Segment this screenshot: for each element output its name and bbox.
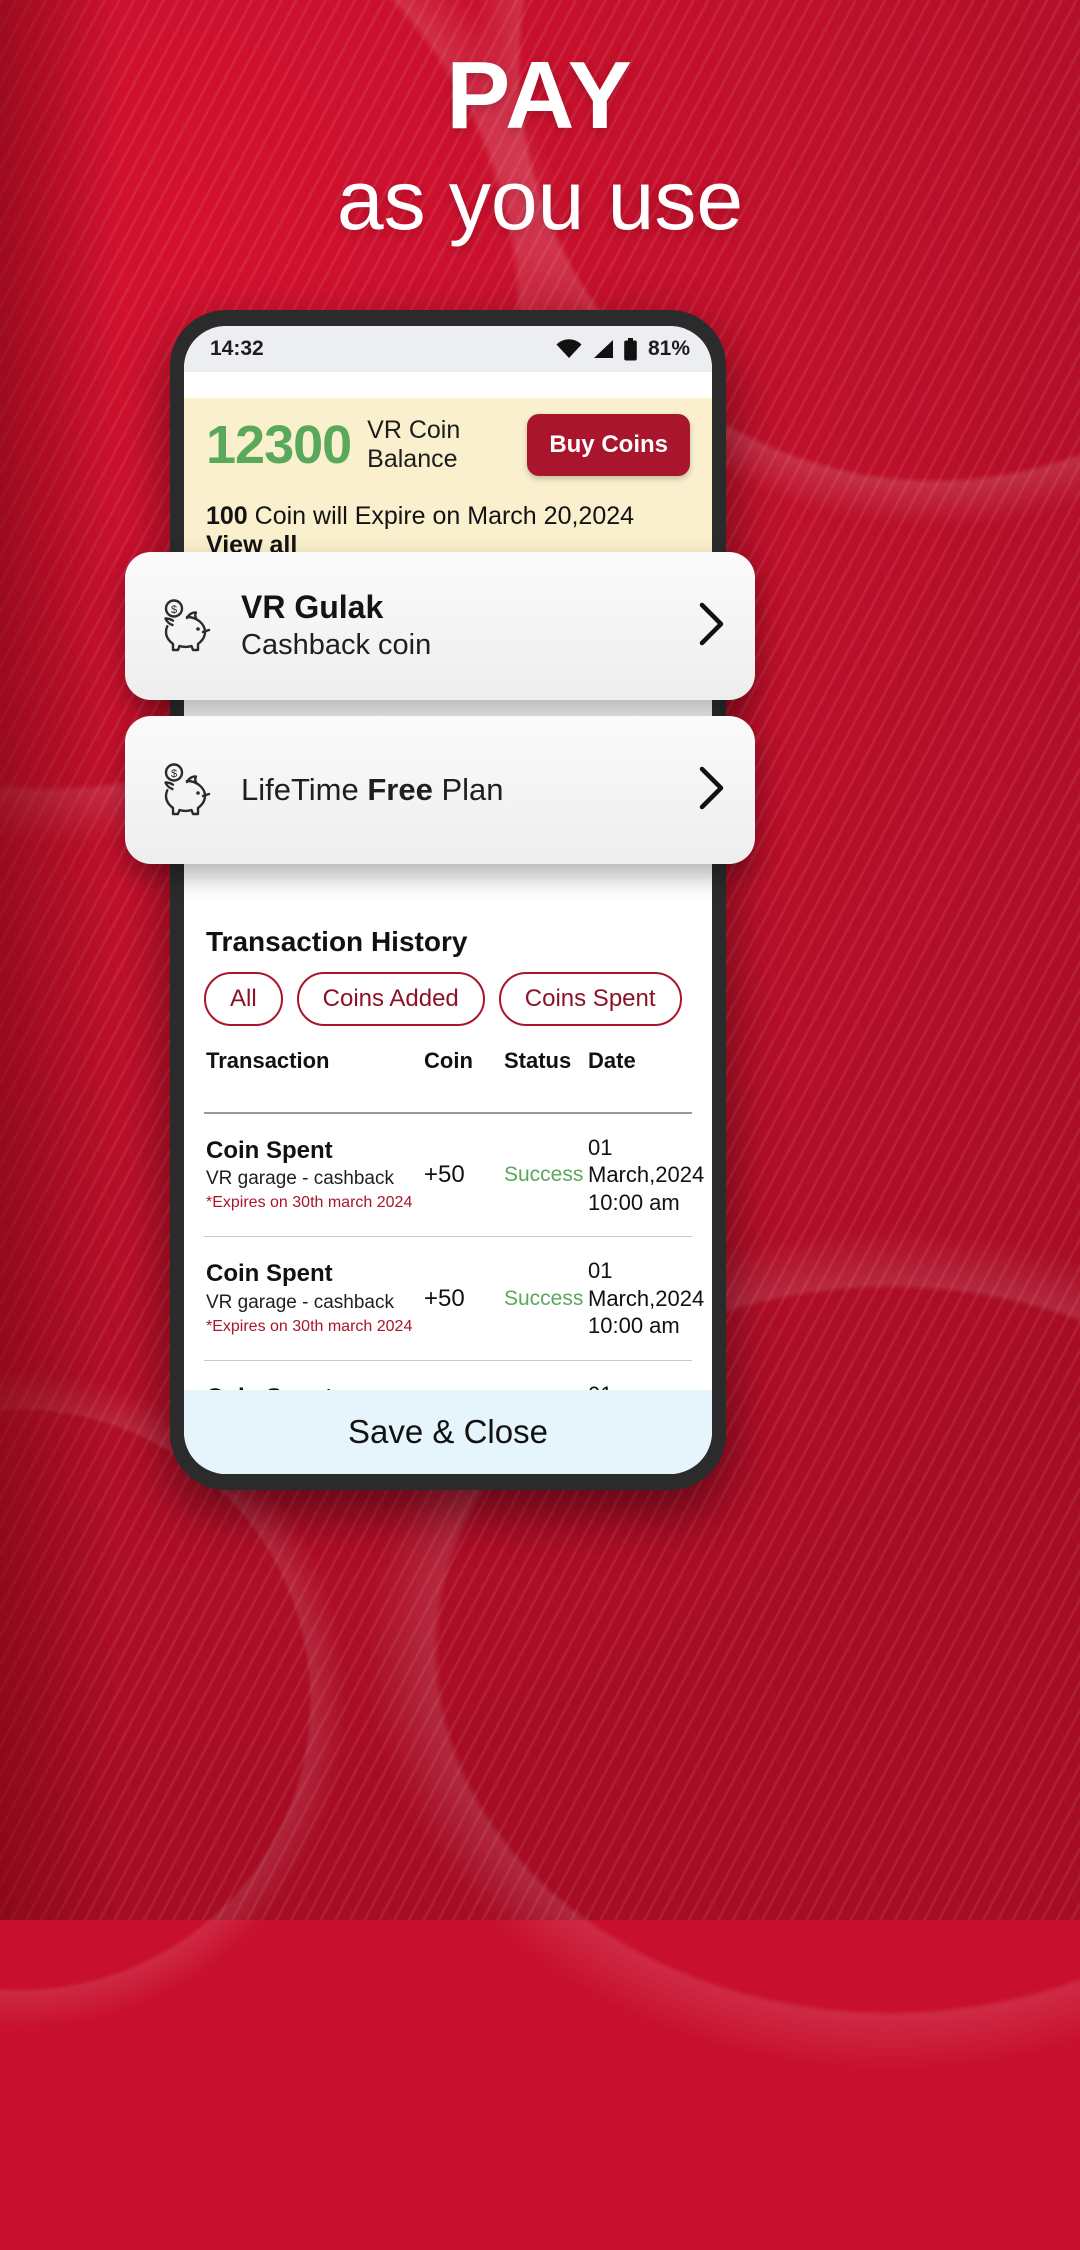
vr-gulak-text: VR Gulak Cashback coin — [241, 587, 693, 665]
coin-balance-label-line-2: Balance — [367, 445, 458, 473]
cellular-signal-icon — [591, 339, 614, 359]
transaction-date: 01 March,2024 10:00 am — [588, 1134, 712, 1217]
lifetime-free-plan-card[interactable]: $ LifeTime Free Plan — [125, 716, 755, 864]
status-bar-time: 14:32 — [210, 337, 264, 360]
coin-balance-amount: 12300 — [206, 415, 352, 475]
wifi-icon — [556, 339, 582, 359]
battery-icon — [623, 337, 638, 361]
transaction-coin: +50 — [424, 1284, 465, 1312]
transaction-name: Coin Spent — [206, 1260, 333, 1288]
transaction-expiry: *Expires on 30th march 2024 — [206, 1194, 413, 1211]
status-bar-icons: 81% — [556, 337, 690, 361]
transaction-subtitle: VR garage - cashback — [206, 1168, 394, 1190]
headline: PAY as you use — [0, 48, 1080, 253]
transaction-date-line-1: 01 March,2024 — [588, 1258, 705, 1311]
headline-line-2: as you use — [336, 153, 744, 247]
filter-chip-coins-added[interactable]: Coins Added — [296, 972, 485, 1026]
filter-chip-coins-spent[interactable]: Coins Spent — [498, 972, 682, 1026]
header-transaction: Transaction — [206, 1048, 330, 1073]
transaction-date: 01 March,2024 10:00 am — [588, 1257, 712, 1340]
transaction-date-line-2: 10:00 am — [588, 1189, 680, 1215]
transaction-subtitle: VR garage - cashback — [206, 1291, 394, 1313]
balance-row: 12300 VR Coin Balance Buy Coins — [206, 414, 690, 476]
lifetime-free-plan-title: LifeTime Free Plan — [241, 772, 693, 808]
transaction-table-header: Transaction Coin Status Date Action (Inv… — [204, 1026, 692, 1114]
lifetime-free-plan-text: LifeTime Free Plan — [241, 772, 693, 808]
coin-balance-label: VR Coin Balance — [367, 416, 460, 475]
header-coin: Coin — [424, 1048, 473, 1073]
vr-gulak-subtitle: Cashback coin — [241, 629, 432, 662]
transaction-history-title: Transaction History — [206, 926, 468, 957]
transaction-filter-chips: All Coins Added Coins Spent Coins Refund… — [204, 972, 692, 1026]
plan-title-post: Plan — [432, 772, 504, 807]
transaction-cell: Coin Spent VR garage - cashback *Expires… — [206, 1260, 424, 1337]
table-row[interactable]: Coin Spent VR garage - cashback *Expires… — [204, 1237, 704, 1361]
plan-title-pre: LifeTime — [241, 772, 368, 807]
buy-coins-button[interactable]: Buy Coins — [527, 414, 690, 476]
table-row[interactable]: Coin Spent VR garage - cashback *Expires… — [204, 1114, 704, 1238]
svg-text:$: $ — [171, 604, 177, 616]
filter-chip-all[interactable]: All — [204, 972, 283, 1026]
phone-mockup: 14:32 81% 12300 VR Coin Balance Buy Coin… — [170, 310, 726, 1490]
status-bar: 14:32 81% — [184, 326, 712, 372]
svg-text:$: $ — [171, 768, 177, 780]
coin-balance-label-line-1: VR Coin — [367, 415, 461, 444]
transaction-cell: Coin Spent VR garage - cashback *Expires… — [206, 1137, 424, 1214]
status-badge: Success — [504, 1286, 584, 1310]
expiring-coin-amount: 100 — [206, 502, 248, 530]
headline-line-1: PAY — [446, 42, 634, 149]
status-badge: Success — [504, 1163, 584, 1187]
transaction-date-line-1: 01 March,2024 — [588, 1134, 705, 1188]
transaction-name: Coin Spent — [206, 1136, 333, 1164]
expiring-coin-text: Coin will Expire on March 20,2024 — [254, 502, 635, 530]
plan-title-bold: Free — [367, 772, 433, 807]
piggy-bank-icon: $ — [157, 596, 219, 657]
header-date: Date — [588, 1048, 636, 1073]
transaction-coin: +50 — [424, 1161, 465, 1189]
background-left-shade — [0, 0, 120, 1920]
header-status: Status — [504, 1048, 572, 1073]
vr-gulak-title: VR Gulak — [241, 589, 384, 626]
transaction-expiry: *Expires on 30th march 2024 — [206, 1317, 413, 1335]
chevron-right-icon[interactable] — [693, 599, 729, 654]
battery-percent: 81% — [647, 337, 690, 360]
phone-screen: 14:32 81% 12300 VR Coin Balance Buy Coin… — [184, 326, 712, 1474]
chevron-right-icon[interactable] — [693, 763, 729, 818]
piggy-bank-icon: $ — [157, 760, 219, 821]
save-and-close-button[interactable]: Save & Close — [184, 1390, 712, 1474]
transaction-date-line-2: 10:00 am — [588, 1313, 680, 1339]
vr-gulak-card[interactable]: $ VR Gulak Cashback coin — [125, 552, 755, 700]
screen-top-gap — [184, 372, 712, 398]
